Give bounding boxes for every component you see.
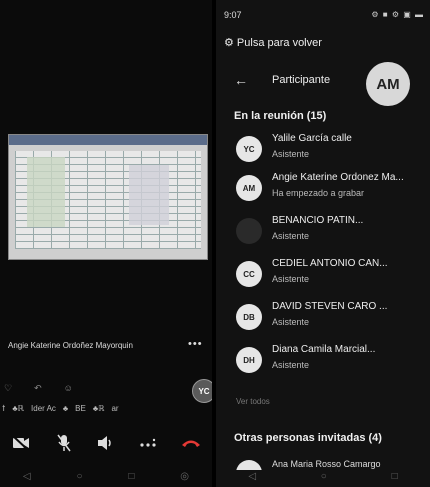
avatar: AM xyxy=(236,175,262,201)
avatar: YC xyxy=(236,136,262,162)
active-speaker-avatar[interactable]: AM xyxy=(366,62,410,106)
spreadsheet-highlight xyxy=(27,157,65,227)
spreadsheet-highlight xyxy=(129,165,169,225)
invited-section-title: Otras personas invitadas (4) xyxy=(234,432,382,444)
return-banner-label: Pulsa para volver xyxy=(236,37,322,49)
nav-home-icon[interactable]: ○ xyxy=(321,471,327,482)
chip[interactable]: ꝉ xyxy=(2,404,5,413)
participant-role: Asistente xyxy=(272,317,310,327)
participant-role: Asistente xyxy=(272,360,310,370)
reply-icon[interactable]: ↶ xyxy=(34,383,42,394)
presenter-name: Angie Katerine Ordoñez Mayorquin xyxy=(8,341,133,350)
nav-recents-icon[interactable]: □ xyxy=(128,471,134,482)
participants-header: ← Participante AM xyxy=(216,62,430,106)
chip[interactable]: ♣ℝ xyxy=(12,404,24,413)
participant-chip-strip: ꝉ ♣ℝ Ider Ac ♣ BE ♣ℝ ar xyxy=(2,404,208,413)
participants-phone: 9:07 ⚙ ■ ⚙ ▣ ▬ ⚙ Pulsa para volver ← Par… xyxy=(216,0,430,487)
status-time: 9:07 xyxy=(224,10,242,20)
floating-avatar[interactable]: YC xyxy=(192,379,212,403)
participant-row[interactable]: CC CEDIEL ANTONIO CAN... Asistente xyxy=(216,255,430,293)
participant-name: DAVID STEVEN CARO ... xyxy=(272,301,388,312)
presenter-more-button[interactable]: ••• xyxy=(188,338,203,350)
more-options-button[interactable] xyxy=(133,429,163,457)
avatar: DB xyxy=(236,304,262,330)
status-bar: 9:07 ⚙ ■ ⚙ ▣ ▬ xyxy=(224,8,424,24)
page-title: Participante xyxy=(272,74,331,86)
nav-recents-icon[interactable]: □ xyxy=(392,471,398,482)
system-nav-bar: ◁ ○ □ ◎ xyxy=(0,465,212,487)
participant-role: Asistente xyxy=(272,231,310,241)
participant-name: Diana Camila Marcial... xyxy=(272,344,376,355)
mic-off-button[interactable] xyxy=(49,429,79,457)
reaction-bar: ♡ ↶ ☺ xyxy=(4,383,73,394)
settings-icon: ⚙ xyxy=(224,37,237,49)
chip[interactable]: ar xyxy=(111,404,118,413)
meeting-view-phone: Angie Katerine Ordoñez Mayorquin ••• ♡ ↶… xyxy=(0,0,212,487)
participant-row[interactable]: DH Diana Camila Marcial... Asistente xyxy=(216,341,430,379)
speaker-icon xyxy=(97,436,111,450)
heart-icon[interactable]: ♡ xyxy=(4,383,12,394)
participant-row[interactable]: DB DAVID STEVEN CARO ... Asistente xyxy=(216,298,430,336)
see-all-link[interactable]: Ver todos xyxy=(236,397,270,406)
mic-off-icon xyxy=(56,434,71,452)
chip[interactable]: ♣ℝ xyxy=(93,404,105,413)
participant-name: Angie Katerine Ordonez Ma... xyxy=(272,172,404,183)
participant-name: Yalile García calle xyxy=(272,133,352,144)
more-icon xyxy=(140,438,156,447)
call-controls xyxy=(0,426,212,460)
participant-role: Asistente xyxy=(272,274,310,284)
nav-assistant-icon[interactable]: ◎ xyxy=(180,471,189,482)
speaker-button[interactable] xyxy=(91,429,121,457)
shared-screen-content[interactable] xyxy=(8,134,208,260)
participant-name: CEDIEL ANTONIO CAN... xyxy=(272,258,388,269)
hang-up-icon xyxy=(181,440,200,447)
status-icons: ⚙ ■ ⚙ ▣ ▬ xyxy=(371,10,424,19)
participant-row[interactable]: YC Yalile García calle Asistente xyxy=(216,130,430,168)
system-nav-bar: ◁ ○ □ xyxy=(216,465,430,487)
nav-home-icon[interactable]: ○ xyxy=(76,471,82,482)
avatar: DH xyxy=(236,347,262,373)
hang-up-button[interactable] xyxy=(176,429,206,457)
avatar: CC xyxy=(236,261,262,287)
chip[interactable]: BE xyxy=(75,404,86,413)
nav-back-icon[interactable]: ◁ xyxy=(248,471,256,482)
participant-role: Ha empezado a grabar xyxy=(272,188,365,198)
participant-name: BENANCIO PATIN... xyxy=(272,215,364,226)
participant-row[interactable]: BENANCIO PATIN... Asistente xyxy=(216,212,430,250)
chip[interactable]: Ider Ac xyxy=(31,404,56,413)
participant-role: Asistente xyxy=(272,149,310,159)
back-arrow-icon[interactable]: ← xyxy=(234,72,248,88)
shared-screen-titlebar xyxy=(9,135,207,145)
camera-off-icon xyxy=(12,436,30,450)
avatar xyxy=(236,218,262,244)
camera-off-button[interactable] xyxy=(6,429,36,457)
nav-back-icon[interactable]: ◁ xyxy=(23,471,31,482)
participant-row[interactable]: AM Angie Katerine Ordonez Ma... Ha empez… xyxy=(216,169,430,207)
return-to-call-banner[interactable]: ⚙ Pulsa para volver xyxy=(224,36,322,49)
chip[interactable]: ♣ xyxy=(63,404,68,413)
in-meeting-section-title: En la reunión (15) xyxy=(234,110,327,122)
emoji-icon[interactable]: ☺ xyxy=(64,383,73,394)
